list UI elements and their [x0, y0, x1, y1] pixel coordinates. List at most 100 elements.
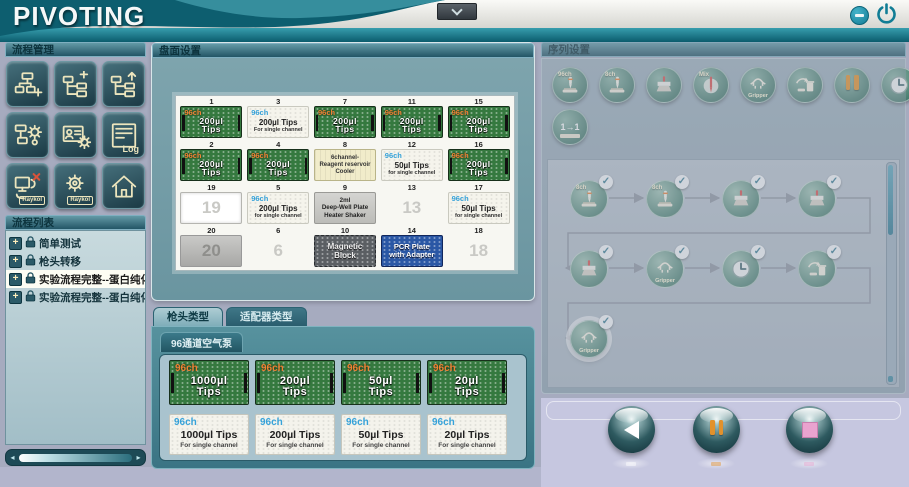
deck-slot-17[interactable]: 1796ch50µl Tipsfor single channel [445, 183, 512, 226]
tip-card-single[interactable]: 96ch1000µl TipsFor single channel [169, 414, 249, 455]
playback-pause-button[interactable] [693, 406, 740, 453]
deck-slot-8[interactable]: 86channel-Reagent reservoirCooler [312, 140, 379, 183]
flow-step-timer[interactable]: ✓ [722, 250, 760, 288]
deck-slot-7[interactable]: 796ch200µlTips [312, 97, 379, 140]
flow-vscrollbar[interactable] [886, 162, 897, 385]
deck-slot-6[interactable]: 66 [245, 226, 312, 269]
seq-tool-mix-button[interactable]: Mix [693, 67, 729, 103]
process-list-item[interactable]: +简单测试 [6, 234, 145, 252]
tip-card-96ch[interactable]: 96ch50µlTips [341, 360, 421, 405]
tip-card-single[interactable]: 96ch50µl TipsFor single channel [341, 414, 421, 455]
pm-disconnect-device-button[interactable]: Raykol [6, 163, 49, 209]
window-dropdown-button[interactable] [437, 3, 477, 20]
expand-plus-icon[interactable]: + [9, 291, 22, 304]
deck-plate: 96ch200µlTips [448, 106, 510, 138]
process-list-item[interactable]: +实验流程完整--蛋白纯化 1列 3 [6, 288, 145, 306]
process-list-hscrollbar[interactable]: ◂ ▸ [5, 449, 146, 466]
deck-slot-11[interactable]: 1196ch200µlTips [378, 97, 445, 140]
deck-slot-9[interactable]: 92mlDeep-Well PlateHeater Shaker [312, 183, 379, 226]
deck-plate: 20 [180, 235, 242, 267]
flow-step-discard-tips[interactable]: ✓ [798, 250, 836, 288]
tip-card-96ch[interactable]: 96ch200µlTips [255, 360, 335, 405]
deck-slot-2[interactable]: 296ch200µlTips [178, 140, 245, 183]
pm-new-flowchart-button[interactable] [6, 61, 49, 107]
sequence-panel: 序列设置 96ch8chMixGripper 1→1 8ch✓8ch✓✓✓✓Gr… [541, 42, 906, 394]
power-button[interactable] [876, 3, 897, 24]
tree-export-icon [109, 71, 139, 98]
flow-step-gripper[interactable]: Gripper✓ [570, 320, 608, 358]
flow-step-heater[interactable]: ✓ [570, 250, 608, 288]
pm-export-flow-button[interactable] [102, 61, 145, 107]
seq-tool-gripper-button[interactable]: Gripper [740, 67, 776, 103]
process-list-item[interactable]: +枪头转移 [6, 252, 145, 270]
tip-card-96ch[interactable]: 96ch20µlTips [427, 360, 507, 405]
tip-card-single[interactable]: 96ch20µl TipsFor single channel [427, 414, 507, 455]
deck-slot-10[interactable]: 10MagneticBlock [312, 226, 379, 269]
flow-step-pipette-8ch[interactable]: 8ch✓ [646, 180, 684, 218]
expand-plus-icon[interactable]: + [9, 237, 22, 250]
pm-add-flow-node-button[interactable] [54, 61, 97, 107]
deck-plate: 96ch200µlTips [180, 106, 242, 138]
scroll-thumb[interactable] [888, 165, 893, 235]
deck-slot-1[interactable]: 196ch200µlTips [178, 97, 245, 140]
process-management-header: 流程管理 [5, 42, 146, 57]
playback-stop-button[interactable] [786, 406, 833, 453]
seq-tool-pause-button[interactable] [834, 67, 870, 103]
seq-tool-pipette-96ch-button[interactable]: 96ch [552, 67, 588, 103]
seq-tool-discard-tips-button[interactable] [787, 67, 823, 103]
sequence-toolbar-row2: 1→1 [552, 109, 905, 145]
lock-icon [25, 236, 36, 251]
minimize-button[interactable] [850, 6, 869, 25]
tab-adapter-type[interactable]: 适配器类型 [226, 307, 307, 326]
checkmark-badge: ✓ [675, 245, 689, 259]
expand-plus-icon[interactable]: + [9, 273, 22, 286]
playback-back-button[interactable] [608, 406, 655, 453]
app-logo: PIVOTING [13, 1, 145, 32]
deck-slot-13[interactable]: 1313 [378, 183, 445, 226]
pm-user-settings-button[interactable] [54, 112, 97, 158]
scroll-end-box[interactable] [888, 376, 893, 382]
deck-plate: 18 [448, 235, 510, 267]
tip-type-panel: 96通道空气泵 96ch1000µlTips96ch200µlTips96ch5… [151, 326, 535, 469]
user-gear-icon [61, 122, 91, 149]
deck-slot-14[interactable]: 14PCR Platewith Adapter [378, 226, 445, 269]
process-list-item[interactable]: +实验流程完整--蛋白纯化 [6, 270, 145, 288]
seq-tool-heater-button[interactable] [646, 67, 682, 103]
scroll-left-arrow[interactable]: ◂ [8, 453, 17, 462]
sequence-toolbar-row1: 96ch 8ch Mix Gripper [552, 67, 905, 103]
deck-slot-5[interactable]: 596ch200µl Tipsfor single channel [245, 183, 312, 226]
deck-slot-number: 12 [408, 140, 416, 149]
tip-card-single[interactable]: 96ch200µl TipsFor single channel [255, 414, 335, 455]
seq-tool-timer-button[interactable] [881, 67, 909, 103]
seq-tool-plate-transfer-button[interactable]: 1→1 [552, 109, 588, 145]
pm-device-settings-button[interactable]: Raykol [54, 163, 97, 209]
deck-plate: 96ch200µl TipsFor single channel [247, 106, 309, 138]
deck-slot-15[interactable]: 1596ch200µlTips [445, 97, 512, 140]
deck-slot-16[interactable]: 1696ch200µlTips [445, 140, 512, 183]
deck-slot-4[interactable]: 496ch200µlTips [245, 140, 312, 183]
flow-step-heater[interactable]: ✓ [798, 180, 836, 218]
icon-button-label: Raykol [19, 196, 45, 205]
playback-reflection [697, 458, 735, 469]
expand-plus-icon[interactable]: + [9, 255, 22, 268]
seq-tool-pipette-8ch-button[interactable]: 8ch [599, 67, 635, 103]
deck-slot-number: 16 [474, 140, 482, 149]
scroll-thumb[interactable] [19, 454, 132, 462]
tip-card-96ch[interactable]: 96ch1000µlTips [169, 360, 249, 405]
pump-group-tab[interactable]: 96通道空气泵 [160, 332, 243, 352]
flow-step-heater[interactable]: ✓ [722, 180, 760, 218]
scroll-right-arrow[interactable]: ▸ [134, 453, 143, 462]
process-management-toolbar: LogRaykolRaykol [5, 57, 146, 215]
flow-step-pipette-8ch[interactable]: 8ch✓ [570, 180, 608, 218]
deck-slot-18[interactable]: 1818 [445, 226, 512, 269]
deck-slot-20[interactable]: 2020 [178, 226, 245, 269]
tree-add-icon [61, 71, 91, 98]
pm-home-button[interactable] [102, 163, 145, 209]
pm-log-button[interactable]: Log [102, 112, 145, 158]
flow-step-gripper[interactable]: Gripper✓ [646, 250, 684, 288]
pm-flow-settings-button[interactable] [6, 112, 49, 158]
deck-slot-12[interactable]: 1296ch50µl Tipsfor single channel [378, 140, 445, 183]
tab-tip-type[interactable]: 枪头类型 [153, 307, 223, 326]
deck-slot-3[interactable]: 396ch200µl TipsFor single channel [245, 97, 312, 140]
deck-slot-19[interactable]: 1919 [178, 183, 245, 226]
